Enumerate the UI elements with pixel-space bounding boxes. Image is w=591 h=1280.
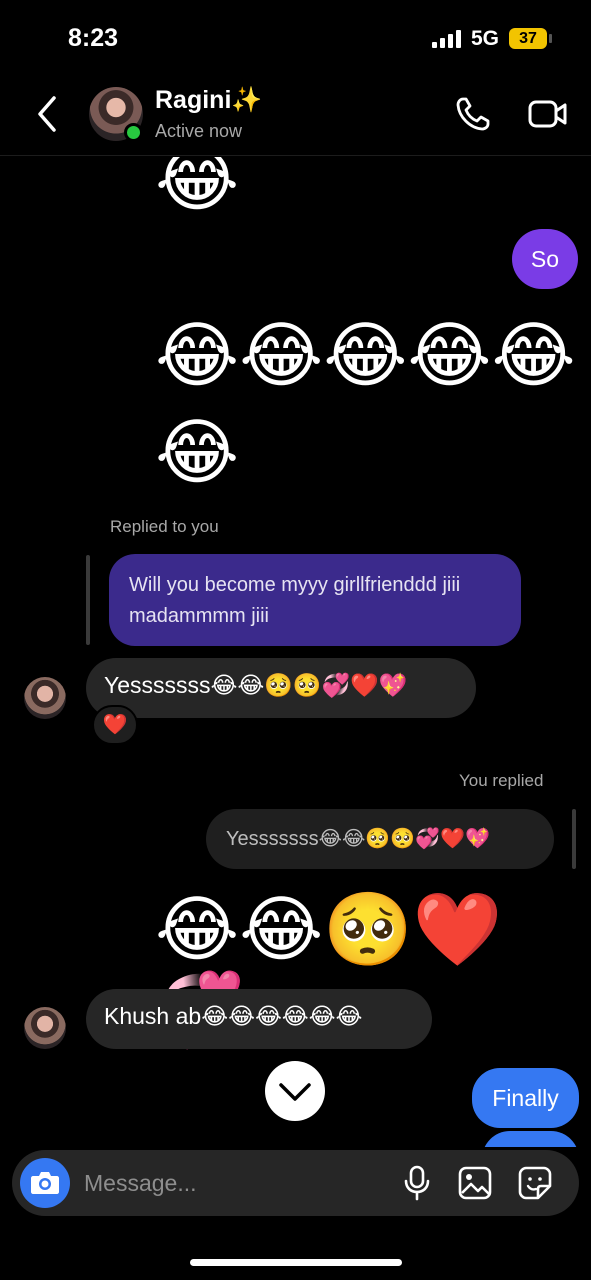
contact-name[interactable]: Ragini✨ <box>155 86 263 115</box>
avatar[interactable] <box>24 1007 66 1049</box>
reply-bar <box>86 555 90 645</box>
message-partial[interactable] <box>482 1131 579 1147</box>
you-replied-quote[interactable]: Yesssssss😂😂🥺🥺💞❤️💖 <box>206 809 554 869</box>
replied-label: Replied to you <box>110 517 219 536</box>
message-emoji-top: 😂 <box>155 157 240 221</box>
you-replied-label: You replied <box>459 771 544 790</box>
message-finally[interactable]: Finally <box>472 1068 579 1128</box>
chat-header: Ragini✨ Active now <box>0 80 591 156</box>
signal-icon <box>432 30 462 48</box>
message-so[interactable]: So <box>512 229 578 289</box>
contact-status: Active now <box>155 121 243 141</box>
message-yes[interactable]: Yesssssss😂😂🥺🥺💞❤️💖 <box>86 658 476 718</box>
network-type: 5G <box>471 27 500 50</box>
microphone-icon[interactable] <box>402 1165 432 1201</box>
replied-quote[interactable]: Will you become myyy girllfrienddd jiii … <box>109 554 521 646</box>
home-indicator[interactable] <box>190 1259 402 1266</box>
camera-icon <box>31 1172 59 1194</box>
scroll-down-button[interactable] <box>265 1061 325 1121</box>
avatar[interactable] <box>24 677 66 719</box>
reaction-heart[interactable]: ❤️ <box>92 705 138 745</box>
message-emoji-row1: 😂😂😂😂😂 <box>155 313 576 397</box>
message-emoji-row2: 😂 <box>155 410 240 494</box>
reply-bar-right <box>572 809 576 869</box>
message-composer <box>12 1150 579 1216</box>
phone-icon[interactable] <box>455 96 491 132</box>
battery-tip <box>549 34 552 43</box>
message-khush[interactable]: Khush ab😂😂😂😂😂😂 <box>86 989 432 1049</box>
camera-button[interactable] <box>20 1158 70 1208</box>
back-icon[interactable] <box>30 94 66 134</box>
message-list[interactable]: 😂 So 😂😂😂😂😂 😂 Replied to you Will you bec… <box>0 157 591 1147</box>
message-input[interactable] <box>84 1158 384 1208</box>
battery-icon: 37 <box>509 28 547 49</box>
chevron-down-icon <box>279 1083 311 1101</box>
online-indicator <box>124 123 143 142</box>
status-time: 8:23 <box>68 24 119 52</box>
gallery-icon[interactable] <box>457 1165 493 1201</box>
sticker-icon[interactable] <box>517 1165 553 1201</box>
status-bar: 8:23 5G 37 <box>0 0 591 80</box>
video-camera-icon[interactable] <box>527 96 569 132</box>
